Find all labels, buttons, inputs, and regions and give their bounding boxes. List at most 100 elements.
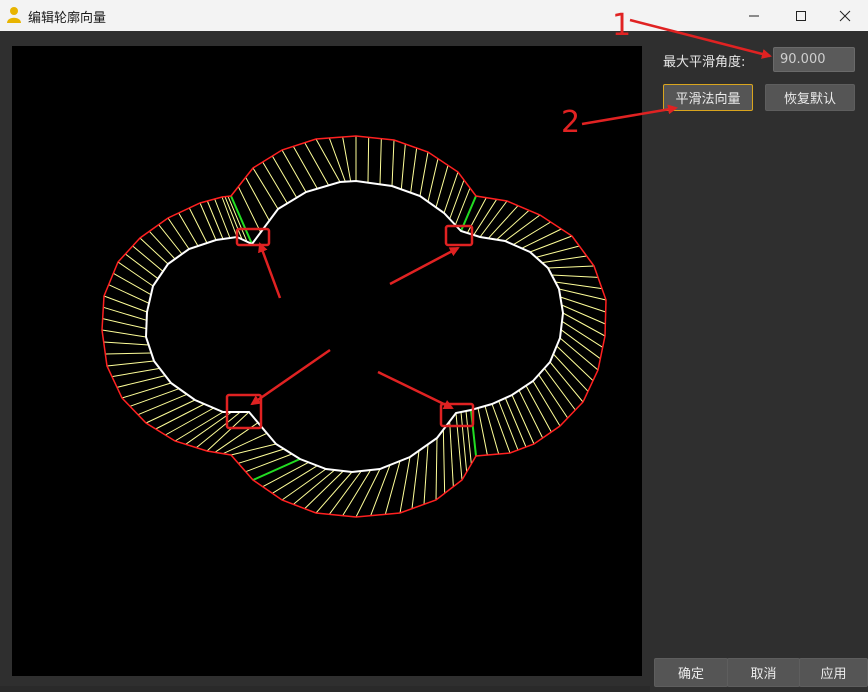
contour-viewport[interactable] [12,46,642,676]
annotation-label-2: 2 [561,105,581,140]
status-strip [0,686,650,692]
normal-vector [455,412,463,481]
normal-vector [155,403,205,430]
normal-vector [511,394,535,445]
normal-vector [435,437,438,501]
normal-vector [399,456,411,514]
normal-vector [111,367,160,378]
normal-vector [538,374,569,419]
normal-vector [513,221,551,246]
minimize-icon [749,15,759,16]
annotation-label-1: 1 [612,8,632,43]
normal-vector [281,149,307,193]
normal-vector [148,230,176,260]
normal-vector [245,453,293,473]
normal-vector [560,296,606,313]
max-smooth-angle-input[interactable] [773,47,855,72]
normal-vector [449,179,465,220]
normal-vector [423,444,429,505]
normal-vector [435,165,449,208]
normal-vector [384,460,401,515]
normal-vector [449,421,454,487]
normal-vector [484,405,500,455]
contour-drawing [101,135,607,518]
normal-vector [206,200,224,240]
normal-vector [158,224,183,255]
normal-vector [139,237,169,265]
normal-vector [466,197,487,234]
normal-vector [121,382,172,399]
normal-vector [106,360,155,367]
normal-vector [328,137,346,182]
normal-vector [355,468,381,518]
normal-vector [555,281,603,290]
normal-vector [245,177,270,221]
cancel-button[interactable]: 取消 [727,658,800,687]
normal-vector [237,186,262,233]
normal-vector [521,228,562,249]
normal-vector [108,284,150,304]
normal-vector [547,265,595,269]
normal-vector [113,272,152,296]
normal-vector [214,198,231,239]
normal-vector [167,217,190,250]
normal-vector [342,136,352,182]
normal-vector [196,411,241,449]
normal-vector [525,385,552,433]
user-icon [7,7,21,23]
normal-vector [443,171,459,214]
normal-vector [252,167,279,210]
normal-vector [262,161,288,204]
normal-vector [477,407,488,456]
close-icon [839,10,851,21]
normal-vector [504,397,527,448]
normal-vector [400,143,406,190]
normal-vector [460,411,468,473]
normal-vector [367,137,370,183]
close-button[interactable] [822,0,868,31]
maximize-button[interactable] [778,0,824,31]
smooth-normals-button[interactable]: 平滑法向量 [663,84,753,111]
normal-vector [125,253,159,280]
outer-contour [101,135,607,518]
normal-vector [419,151,429,197]
normal-vector [410,147,418,193]
normal-vector [116,375,166,388]
normal-vector [498,400,519,451]
normal-vector [145,399,196,424]
ok-button[interactable]: 确定 [654,658,728,687]
normal-vector [454,187,471,226]
normal-vector [561,304,606,325]
normal-vector [465,410,472,465]
normal-vector [137,393,188,416]
normal-vector [185,411,232,445]
normal-vector [129,388,180,407]
minimize-button[interactable] [731,0,777,31]
normal-vector [222,432,268,455]
maximize-icon [796,10,806,21]
normal-vector [391,139,395,187]
corner-normal-vector [460,195,477,232]
normal-vector [562,312,606,337]
normal-vector [117,261,154,287]
normal-vector [541,255,587,264]
normal-vector [411,450,420,509]
normal-vector [558,288,607,301]
normal-vector [518,390,544,439]
normal-vector [271,155,298,198]
normal-vector [292,146,318,189]
normal-vector [427,158,439,202]
max-smooth-angle-label: 最大平滑角度: [663,55,746,70]
restore-default-button[interactable]: 恢复默认 [765,84,855,111]
apply-button[interactable]: 应用 [799,658,868,687]
normal-vector [532,380,561,427]
normal-vector [101,329,147,338]
normal-vector [105,352,152,355]
window-title: 编辑轮廓向量 [28,11,107,26]
normal-vector [132,245,164,272]
normal-vector [227,196,248,242]
normal-vector [379,138,382,185]
normal-vector [102,318,147,330]
normal-vector [304,142,330,186]
normal-vector [315,138,341,183]
